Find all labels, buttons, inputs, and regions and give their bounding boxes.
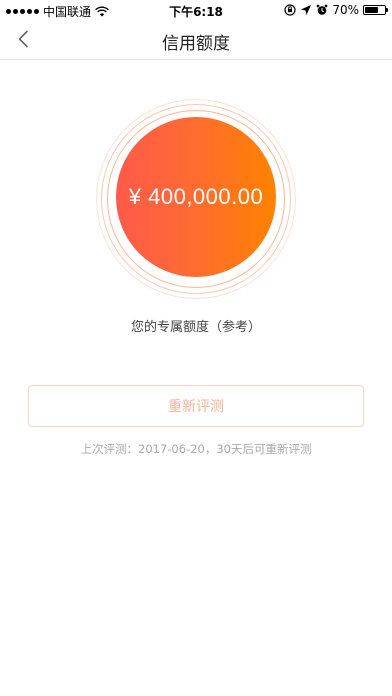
credit-amount-circle: ¥ 400,000.00 (96, 99, 296, 299)
credit-amount-disc: ¥ 400,000.00 (116, 117, 276, 277)
credit-amount-label: 您的专属额度（参考） (130, 320, 261, 335)
status-bar: 中国联通 下午6:18 70% (0, 0, 392, 20)
alarm-clock-icon (316, 4, 328, 15)
battery-percent: 70% (332, 3, 359, 17)
location-arrow-icon (301, 5, 312, 15)
last-evaluation-note: 上次评测：2017-06-20，30天后可重新评测 (80, 442, 312, 456)
battery-icon (363, 5, 388, 15)
rotation-lock-icon (284, 4, 296, 16)
page-title: 信用额度 (162, 34, 230, 54)
nav-bar: 信用额度 (0, 20, 392, 60)
credit-amount-value: ¥ 400,000.00 (128, 184, 264, 209)
status-right: 70% (284, 3, 388, 17)
re-evaluate-button[interactable]: 重新评测 (28, 385, 364, 427)
